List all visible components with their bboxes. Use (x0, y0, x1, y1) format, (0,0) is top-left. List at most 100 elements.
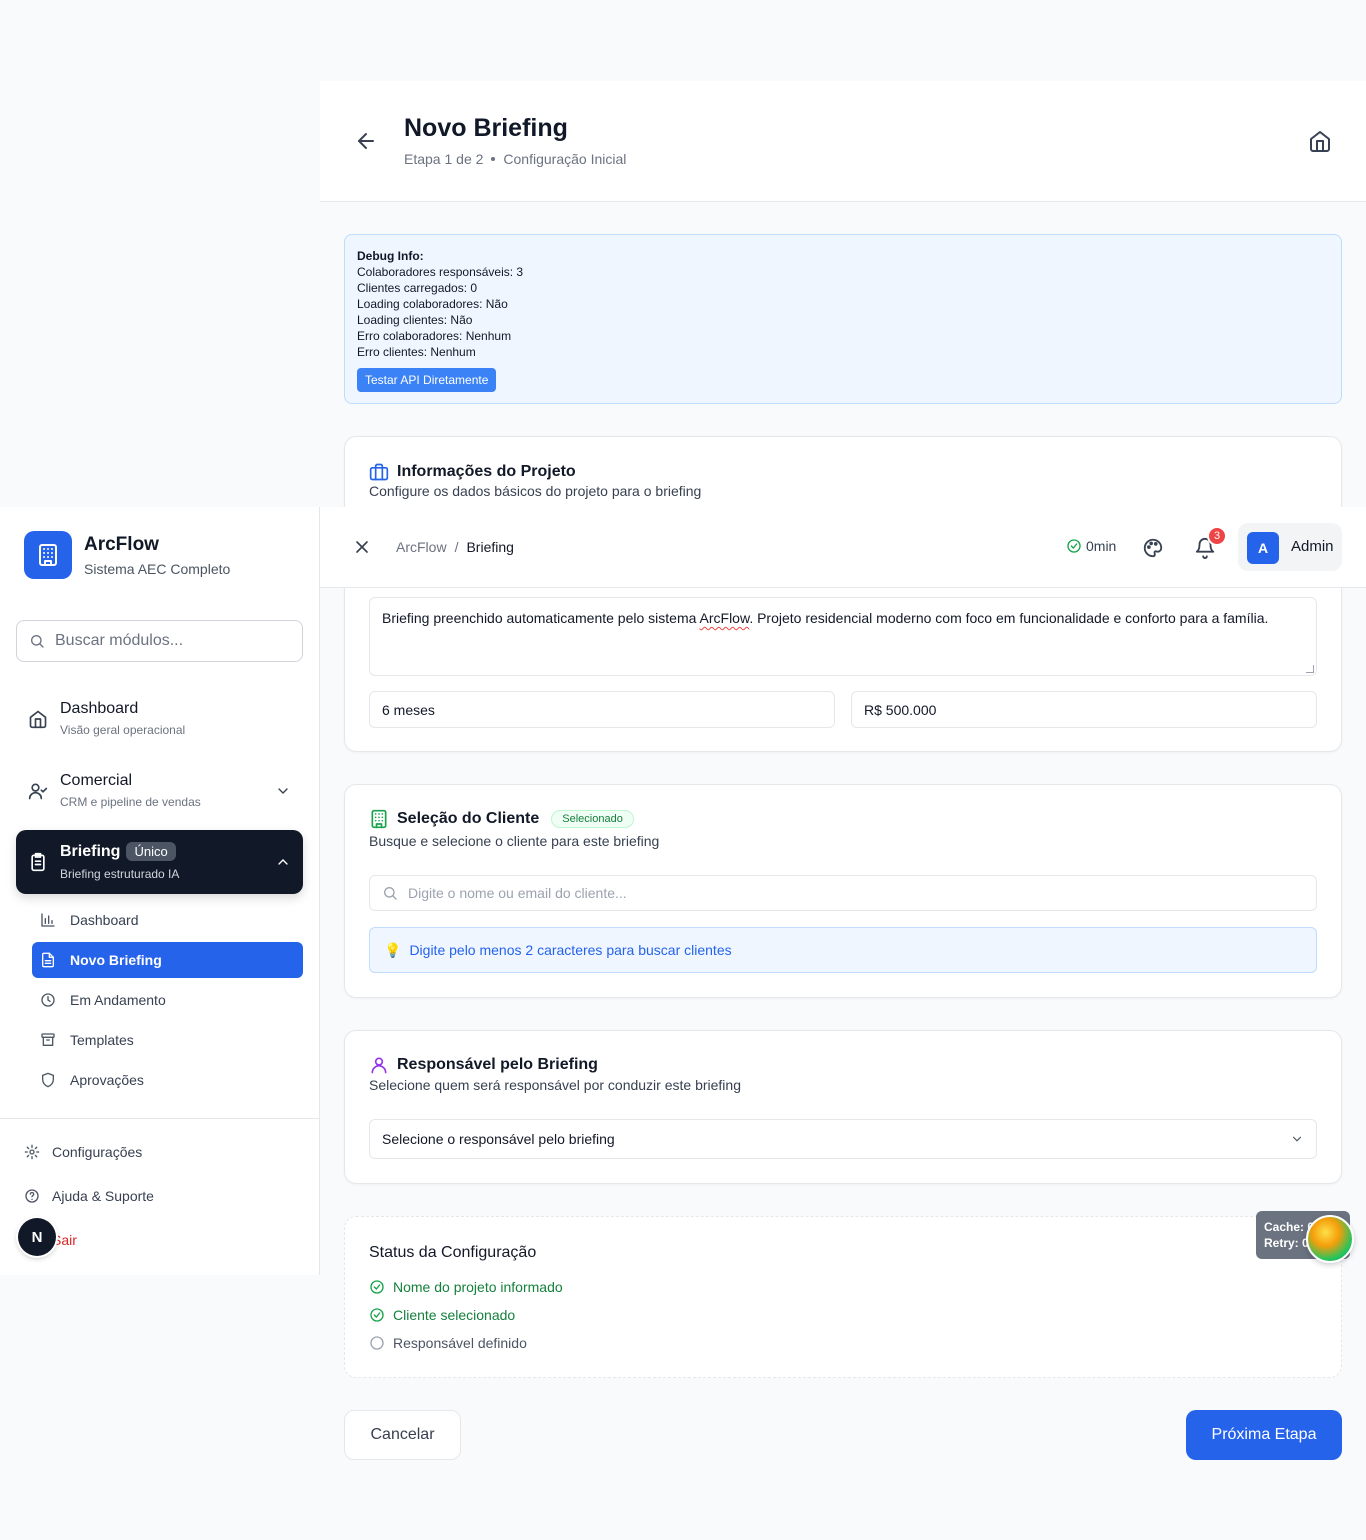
dev-tools-badge[interactable]: N (18, 1218, 56, 1256)
user-check-icon (28, 783, 48, 800)
footer-label: Configurações (52, 1144, 143, 1160)
building-logo-icon (39, 544, 57, 566)
search-icon (384, 887, 397, 900)
timer-value: 0min (1086, 538, 1117, 554)
file-text-icon (42, 952, 54, 968)
nav-label: Comercial (60, 772, 133, 789)
card-title: Responsável pelo Briefing (397, 1056, 598, 1073)
breadcrumb-current: Briefing (466, 539, 514, 555)
arrow-left-icon[interactable] (354, 129, 378, 153)
chevron-down-icon (278, 788, 288, 794)
close-icon[interactable] (352, 537, 372, 557)
debug-panel: Debug Info: Colaboradores responsáveis: … (344, 234, 1342, 404)
help-link[interactable]: Ajuda & Suporte (24, 1188, 154, 1204)
nav-label: Briefing Único (60, 842, 176, 861)
card-header: Responsável pelo Briefing (369, 1055, 598, 1075)
lightbulb-icon: 💡 (384, 941, 402, 958)
selected-badge: Selecionado (551, 810, 634, 828)
search-placeholder: Digite o nome ou email do cliente... (408, 885, 627, 901)
notification-count-badge: 3 (1207, 526, 1227, 546)
subnav-templates[interactable]: Templates (32, 1022, 303, 1058)
clipboard-icon (31, 852, 45, 872)
nav-item-comercial[interactable]: Comercial CRM e pipeline de vendas (16, 762, 303, 820)
settings-link[interactable]: Configurações (24, 1144, 142, 1160)
test-api-button[interactable]: Testar API Diretamente (357, 368, 497, 392)
subnav-label: Em Andamento (70, 992, 166, 1008)
select-value: Selecione o responsável pelo briefing (382, 1131, 615, 1147)
breadcrumb-root[interactable]: ArcFlow (396, 539, 447, 555)
subnav-aprovacoes[interactable]: Aprovações (32, 1062, 303, 1098)
status-label: Cliente selecionado (393, 1307, 516, 1323)
card-header: Informações do Projeto (369, 462, 576, 482)
debug-line: Erro clientes: Nenhum (357, 345, 476, 359)
briefcase-icon (369, 463, 389, 481)
cancel-button[interactable]: Cancelar (344, 1410, 461, 1460)
subnav-novo-briefing[interactable]: Novo Briefing (32, 942, 303, 978)
building-icon (371, 809, 387, 829)
duration-field[interactable]: 6 meses (369, 691, 835, 728)
bar-chart-icon (41, 913, 55, 927)
sidebar: ArcFlow Sistema AEC Completo Buscar módu… (0, 507, 320, 1275)
subnav-label: Templates (70, 1032, 134, 1048)
status-item: Responsável definido (369, 1335, 527, 1351)
step-name: Configuração Inicial (503, 151, 627, 167)
nav-item-dashboard[interactable]: Dashboard Visão geral operacional (16, 690, 303, 748)
nav-sublabel: Visão geral operacional (60, 723, 186, 737)
home-icon[interactable] (1308, 129, 1332, 153)
debug-line: Erro colaboradores: Nenhum (357, 329, 512, 343)
subnav-em-andamento[interactable]: Em Andamento (32, 982, 303, 1018)
client-selection-card: Seleção do Cliente Selecionado Busque e … (344, 784, 1342, 998)
project-description-textarea[interactable]: Briefing preenchido automaticamente pelo… (369, 597, 1317, 676)
brand-name: ArcFlow (84, 534, 159, 555)
session-timer: 0min (1066, 538, 1116, 554)
subnav-label: Dashboard (70, 912, 139, 928)
debug-title: Debug Info: (357, 249, 424, 263)
responsible-card: Responsável pelo Briefing Selecione quem… (344, 1030, 1342, 1184)
status-item: Cliente selecionado (369, 1307, 515, 1323)
card-title: Seleção do Cliente (397, 810, 540, 827)
status-label: Responsável definido (393, 1335, 527, 1351)
textarea-value: Briefing preenchido automaticamente pelo… (382, 610, 1269, 626)
logo (24, 531, 72, 579)
responsible-select[interactable]: Selecione o responsável pelo briefing (369, 1119, 1317, 1159)
client-search-input[interactable]: Digite o nome ou email do cliente... (369, 875, 1317, 911)
hint-text: Digite pelo menos 2 caracteres para busc… (409, 942, 732, 958)
separator-dot (491, 157, 496, 161)
brand-subtitle: Sistema AEC Completo (84, 561, 231, 577)
check-circle-icon (370, 1280, 384, 1294)
page-title: Novo Briefing (404, 114, 568, 142)
debug-line: Colaboradores responsáveis: 3 (357, 265, 524, 279)
unique-badge: Único (126, 842, 176, 861)
shield-icon (42, 1072, 54, 1088)
search-hint: 💡 Digite pelo menos 2 caracteres para bu… (369, 927, 1317, 973)
debug-line: Loading colaboradores: Não (357, 297, 508, 311)
page-header: Novo Briefing Etapa 1 de 2 Configuração … (320, 81, 1366, 202)
breadcrumb-separator: / (454, 539, 459, 555)
project-info-card: Informações do Projeto Configure os dado… (344, 436, 1342, 752)
next-step-button[interactable]: Próxima Etapa (1186, 1410, 1342, 1460)
budget-field[interactable]: R$ 500.000 (851, 691, 1317, 728)
resize-handle[interactable] (1306, 665, 1314, 673)
subnav-label: Aprovações (70, 1072, 144, 1088)
search-placeholder: Buscar módulos... (55, 632, 184, 649)
subnav-label: Novo Briefing (70, 952, 162, 968)
user-menu[interactable]: A Admin (1238, 523, 1342, 571)
step-indicator: Etapa 1 de 2 (404, 151, 484, 167)
card-description: Selecione quem será responsável por cond… (369, 1077, 741, 1093)
card-title: Status da Configuração (369, 1244, 537, 1261)
footer-label: Ajuda & Suporte (52, 1188, 154, 1204)
nav-sublabel: Briefing estruturado IA (60, 867, 180, 881)
archive-icon (41, 1033, 55, 1046)
clock-icon (41, 993, 55, 1007)
palette-icon[interactable] (1142, 537, 1164, 559)
user-name: Admin (1291, 538, 1334, 555)
subnav-dashboard[interactable]: Dashboard (32, 902, 303, 938)
status-item: Nome do projeto informado (369, 1279, 563, 1295)
module-search-input[interactable]: Buscar módulos... (16, 620, 303, 662)
sidebar-divider (0, 1118, 320, 1119)
floating-assistant-button[interactable] (1306, 1215, 1354, 1263)
main-content: Novo Briefing Etapa 1 de 2 Configuração … (320, 81, 1366, 1540)
nav-item-briefing[interactable]: Briefing Único Briefing estruturado IA (16, 830, 303, 894)
top-bar: ArcFlow / Briefing 0min 3 A Admin (320, 507, 1366, 588)
home-icon (29, 710, 47, 729)
